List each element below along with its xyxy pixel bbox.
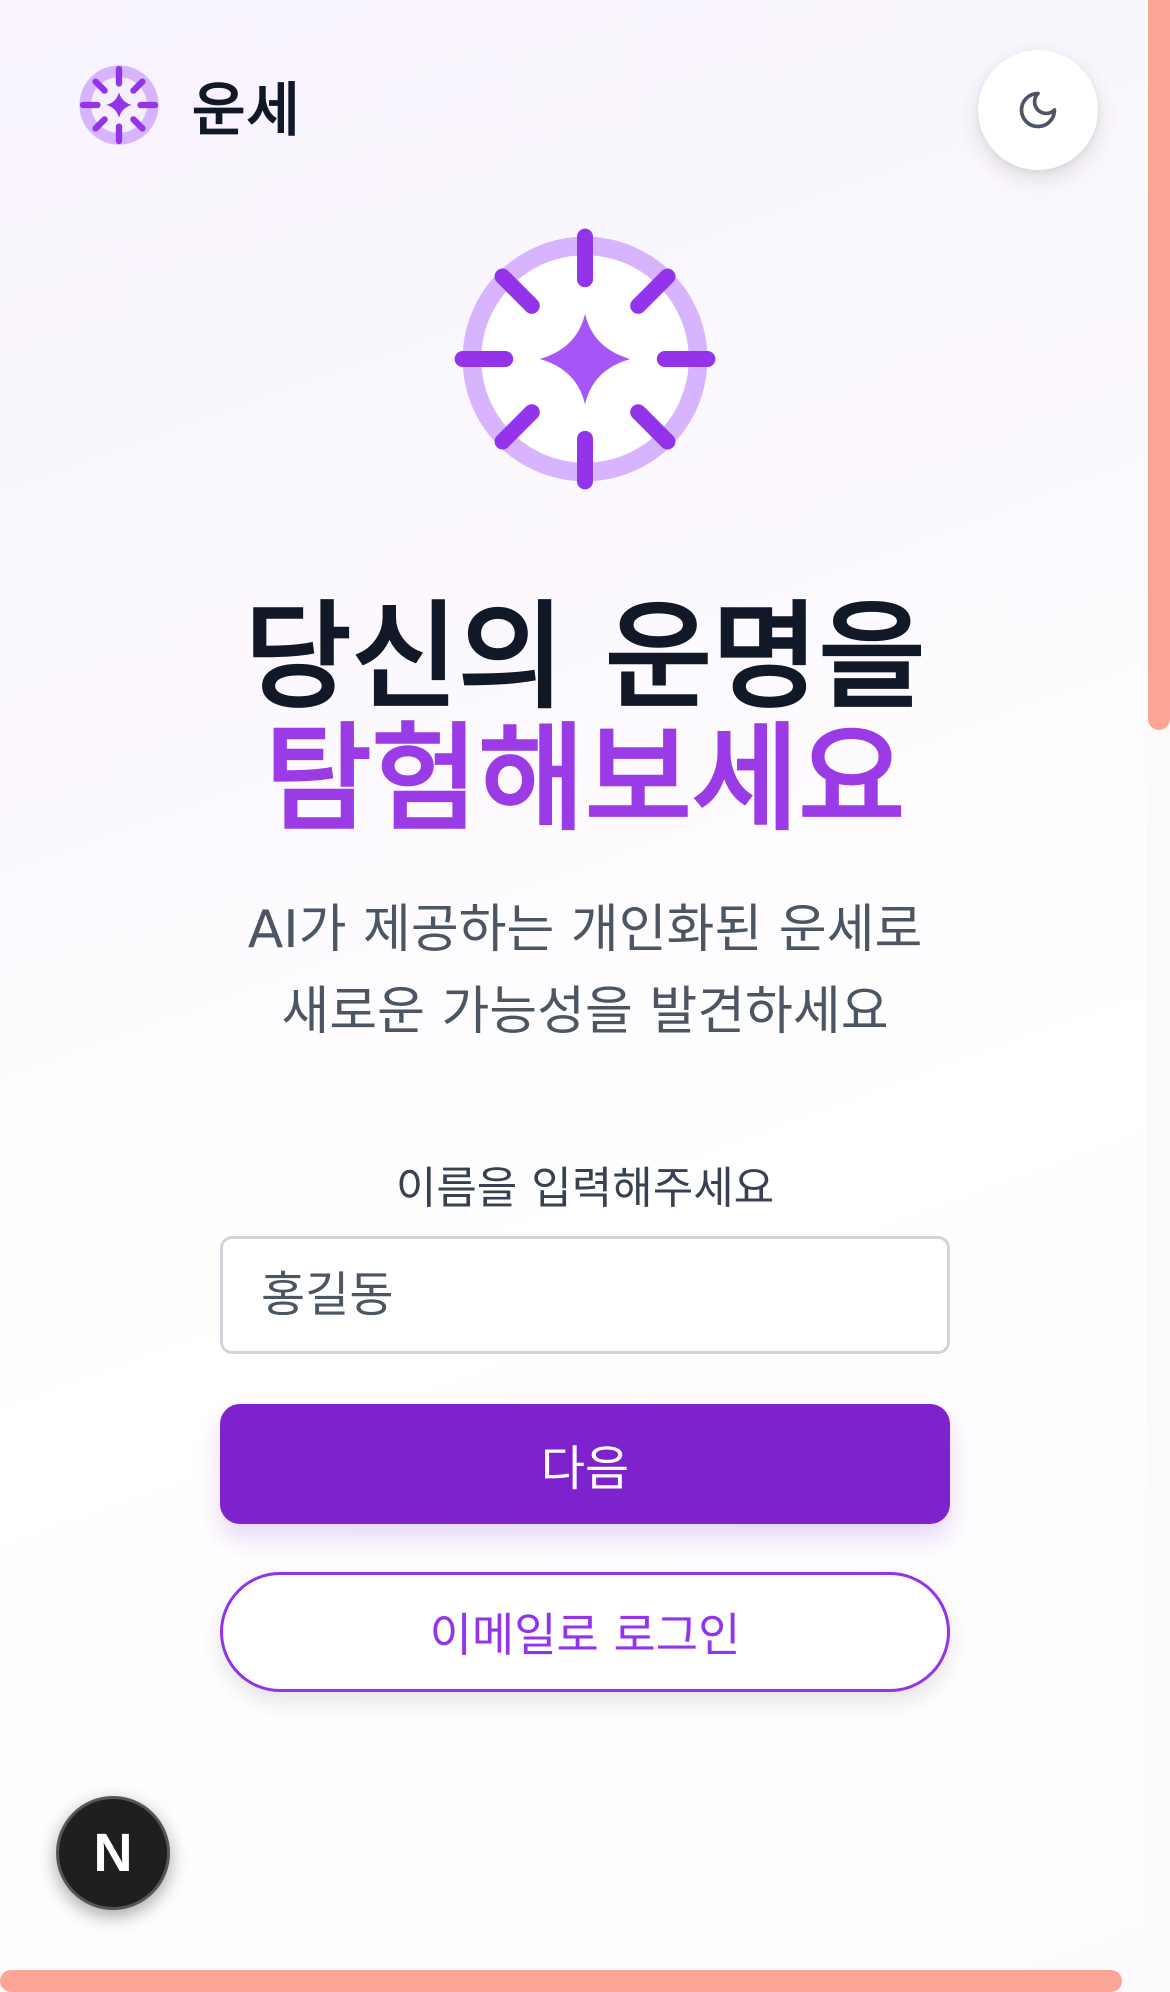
- app-header: 운세: [0, 0, 1150, 220]
- theme-toggle-button[interactable]: [978, 50, 1098, 170]
- page-title-line1: 당신의 운명을: [244, 590, 926, 725]
- hero-sparkle-compass-icon: [452, 226, 718, 492]
- n-badge-button[interactable]: N: [56, 1796, 170, 1910]
- moon-icon: [1016, 88, 1060, 132]
- next-button[interactable]: 다음: [220, 1404, 950, 1524]
- app-name: 운세: [192, 76, 301, 144]
- brand[interactable]: 운세: [74, 60, 301, 150]
- name-field-label: 이름을 입력해주세요: [395, 1163, 775, 1214]
- name-input[interactable]: [220, 1236, 950, 1354]
- horizontal-scrollbar-thumb[interactable]: [0, 1970, 1122, 1992]
- sparkle-compass-icon: [74, 60, 164, 150]
- vertical-scrollbar-thumb[interactable]: [1148, 0, 1170, 730]
- page-title-line2: 탐험해보세요: [264, 712, 906, 847]
- email-login-button[interactable]: 이메일로 로그인: [220, 1572, 950, 1692]
- subtitle-line2: 새로운 가능성을 발견하세요: [281, 982, 889, 1042]
- subtitle-line1: AI가 제공하는 개인화된 운세로: [247, 900, 923, 960]
